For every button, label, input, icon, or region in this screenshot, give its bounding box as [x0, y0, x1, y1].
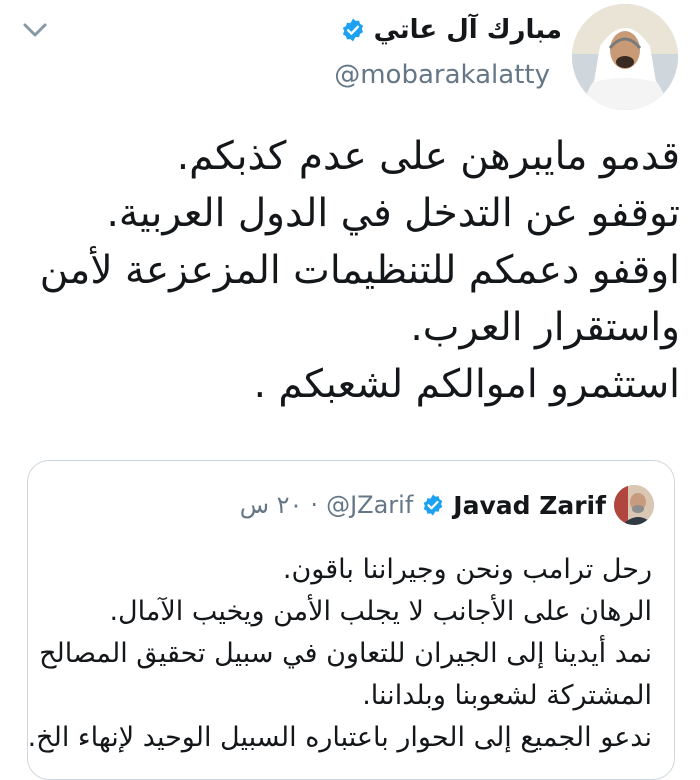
author-name-row: مبارك آل عاتي: [340, 10, 562, 50]
verified-badge-icon: [423, 494, 443, 516]
tweet-text: قدمو مايبرهن على عدم كذبكم. توقفو عن الت…: [20, 128, 680, 413]
tweet-line: توقفو عن التدخل في الدول العربية.: [106, 191, 680, 236]
quoted-tweet-time: ٢٠ س: [239, 491, 303, 519]
quoted-tweet-text: رحل ترامب ونحن وجيراننا باقون. الرهان عل…: [27, 549, 652, 759]
chevron-down-icon[interactable]: [20, 18, 50, 42]
tweet-line: استثمرو اموالكم لشعبكم .: [253, 362, 680, 407]
tweet-line: قدمو مايبرهن على عدم كذبكم.: [176, 134, 680, 179]
tweet-line: واستقرار العرب.: [410, 305, 680, 350]
quoted-author-handle: @JZarif: [326, 491, 414, 519]
separator-dot: ·: [310, 491, 319, 519]
quoted-tweet-line: الرهان على الأجانب لا يجلب الأمن ويخيب ا…: [109, 596, 652, 627]
quoted-tweet-line: ندعو الجميع إلى الحوار باعتباره السبيل ا…: [27, 722, 652, 753]
quoted-tweet-line: رحل ترامب ونحن وجيراننا باقون.: [282, 554, 652, 585]
quoted-tweet-line: المشتركة لشعوبنا وبلداننا.: [362, 680, 652, 711]
author-handle[interactable]: @mobarakalatty: [334, 60, 550, 90]
quoted-tweet-header: Javad Zarif @JZarif · ٢٠ س: [240, 485, 654, 525]
verified-badge-icon: [342, 18, 363, 42]
tweet-line: اوقفو دعمكم للتنظيمات المزعزعة لأمن: [39, 248, 680, 293]
quoted-author-avatar: [614, 485, 654, 525]
author-avatar[interactable]: [572, 4, 678, 110]
quoted-tweet-card[interactable]: Javad Zarif @JZarif · ٢٠ س رحل ترامب ونح…: [27, 460, 675, 780]
quoted-author-name: Javad Zarif: [453, 490, 606, 520]
quoted-tweet-line: نمد أيدينا إلى الجيران للتعاون في سبيل ت…: [39, 638, 652, 669]
author-name[interactable]: مبارك آل عاتي: [374, 15, 562, 45]
